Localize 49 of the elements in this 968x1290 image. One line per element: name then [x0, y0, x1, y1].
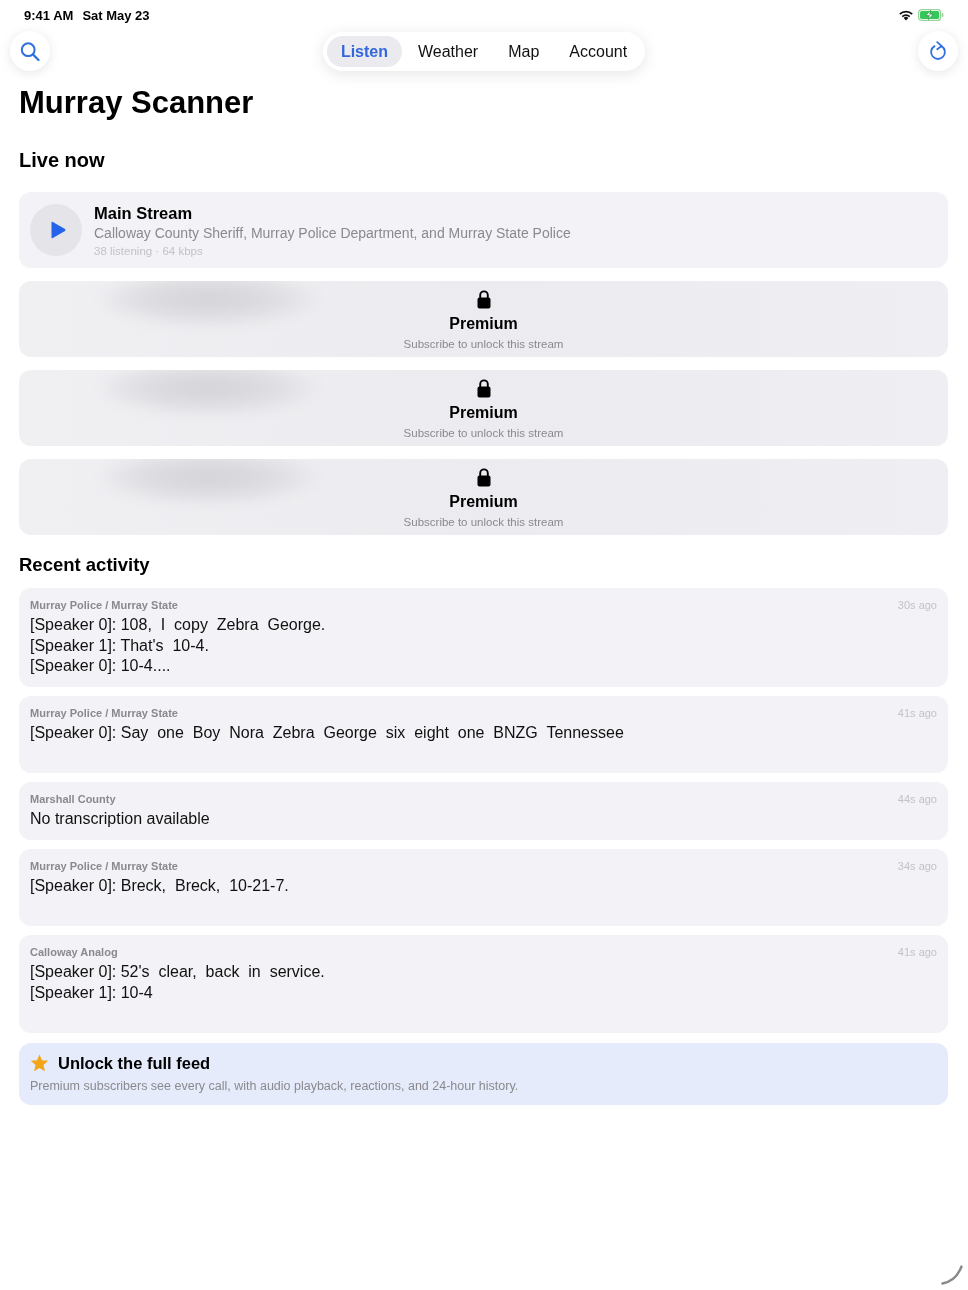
activity-source: Murray Police / Murray State [30, 706, 178, 719]
activity-source: Marshall County [30, 793, 116, 805]
locked-stream-card[interactable]: Premium Subscribe to unlock this stream [19, 370, 948, 446]
transcript-line: [Speaker 0]: 52's clear, back in service. [30, 962, 326, 982]
locked-stream-card[interactable]: Premium Subscribe to unlock this stream [19, 459, 948, 535]
lock-icon [476, 379, 491, 398]
section-heading: Live now [19, 148, 106, 172]
locked-subtitle: Subscribe to unlock this stream [403, 426, 564, 440]
transcript-line: [Speaker 0]: Breck, Breck, 10-21-7. [30, 875, 290, 896]
refresh-button[interactable] [918, 31, 958, 71]
tab[interactable]: Listen [326, 35, 402, 67]
upsell-text: Premium subscribers see every call, with audio playback, reactions, and 24-hour history. [30, 1079, 520, 1094]
no-transcript-text: No transcription available [30, 809, 211, 829]
lock-icon [476, 468, 491, 487]
stream-description: Calloway County Sheriff, Murray Police Department, and Murray State Police [94, 223, 571, 243]
tab[interactable]: Account [555, 35, 642, 67]
play-button[interactable] [30, 204, 82, 256]
star-icon [30, 1054, 49, 1072]
locked-subtitle: Subscribe to unlock this stream [403, 515, 564, 529]
refresh-icon [928, 40, 948, 62]
locked-title: Premium [449, 314, 518, 334]
locked-title: Premium [449, 492, 518, 512]
locked-subtitle: Subscribe to unlock this stream [403, 337, 564, 351]
resize-handle-icon [941, 1265, 963, 1285]
status-date: Sat May 23 [82, 7, 150, 23]
section-heading: Recent activity [19, 554, 151, 576]
upsell-banner[interactable]: Unlock the full feed Premium subscribers see every call, with audio playback, reactions, and 24-hour history. [19, 1043, 948, 1105]
battery-charging-icon [918, 9, 944, 21]
search-icon [20, 40, 40, 62]
lock-icon [476, 290, 491, 309]
tab[interactable]: Map [494, 35, 554, 67]
tab[interactable]: Weather [404, 35, 493, 67]
locked-stream-card[interactable]: Premium Subscribe to unlock this stream [19, 281, 948, 357]
play-icon [49, 221, 66, 239]
status-time: 9:41 AM [24, 7, 74, 23]
activity-source: Murray Police / Murray State [30, 599, 178, 611]
transcript-line: [Speaker 0]: Say one Boy Nora Zebra George six eight one BNZG Tennessee [30, 722, 625, 743]
activity-source: Murray Police / Murray State [30, 859, 178, 872]
transcript-line: [Speaker 1]: That's 10-4. [30, 635, 210, 656]
transcript-line: [Speaker 0]: 10-4.... [30, 656, 172, 676]
search-button[interactable] [10, 31, 50, 71]
transcript-line: [Speaker 1]: 10-4 [30, 982, 154, 1003]
wifi-icon [898, 9, 914, 21]
page-title: Murray Scanner [19, 85, 255, 121]
locked-title: Premium [449, 403, 518, 423]
transcript-line: [Speaker 0]: 108, I copy Zebra George. [30, 615, 327, 635]
stream-name: Main Stream [94, 202, 194, 223]
upsell-title: Unlock the full feed [58, 1053, 211, 1073]
activity-source: Calloway Analog [30, 946, 118, 958]
